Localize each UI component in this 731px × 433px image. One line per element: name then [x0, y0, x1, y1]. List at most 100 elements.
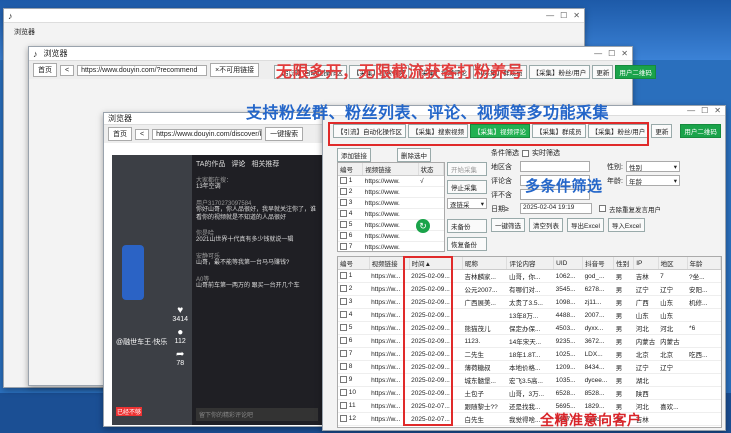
toolbar-button[interactable]: 更新: [592, 65, 614, 79]
column-header[interactable]: 昵称: [462, 257, 508, 270]
minimize-icon[interactable]: —: [594, 49, 602, 58]
dedup-checkbox[interactable]: [599, 205, 606, 212]
table-row[interactable]: 13https://w...2025-02-07...用户50897...山哥，…: [338, 425, 721, 427]
maximize-icon[interactable]: ☐: [608, 49, 615, 58]
column-header[interactable]: 编号: [338, 257, 370, 270]
age-select[interactable]: 年龄 ▾: [625, 175, 680, 186]
row-checkbox[interactable]: [340, 199, 347, 207]
stop-collect-button[interactable]: 停止采集: [447, 180, 487, 194]
video-tab-0[interactable]: TA的作品: [196, 159, 225, 169]
import-excel-button[interactable]: 导入Excel: [607, 218, 645, 232]
comment-icon[interactable]: ●: [172, 327, 188, 338]
close-icon[interactable]: ✕: [621, 49, 628, 58]
qr-code-button[interactable]: 用户二维码: [615, 65, 656, 79]
row-checkbox[interactable]: [340, 188, 347, 196]
row-checkbox[interactable]: [340, 210, 347, 218]
table-row[interactable]: 2 https://www.: [338, 186, 444, 198]
mode-select[interactable]: 逐链采 ▾: [447, 198, 487, 209]
home-button[interactable]: 首页: [33, 63, 57, 77]
table-row[interactable]: 10 https://w... 2025-02-09... 土包子 山哥，3万... 65…: [338, 386, 721, 400]
column-header[interactable]: UID: [553, 257, 584, 270]
row-checkbox[interactable]: [340, 177, 347, 185]
heart-icon[interactable]: ♥: [172, 305, 188, 316]
table-row[interactable]: 8 https://w... 2025-02-09... 薄荷糖叔 本地价格... 120…: [338, 360, 721, 374]
table-row[interactable]: 11 https://w... 2025-02-07... 跟随黎士?? 还是找我...…: [338, 399, 721, 413]
one-click-filter-button[interactable]: 一键筛选: [491, 218, 525, 232]
table-row[interactable]: 6 https://www.: [338, 230, 444, 242]
table-row[interactable]: 3 https://www.: [338, 197, 444, 209]
table-row[interactable]: 1 https://www. √: [338, 175, 444, 187]
column-header[interactable]: 抖音号: [582, 257, 615, 270]
row-checkbox[interactable]: [340, 389, 347, 397]
table-row[interactable]: 3 https://w... 2025-02-09... 广西展美... 太贵了3.5.…: [338, 295, 721, 309]
column-header[interactable]: 评论内容: [506, 257, 555, 270]
row-checkbox[interactable]: [340, 376, 347, 384]
tab-5[interactable]: 更新: [651, 124, 673, 138]
realtime-checkbox[interactable]: [522, 149, 529, 157]
gender-select[interactable]: 性别 ▾: [625, 161, 680, 172]
table-row[interactable]: 4 https://w... 2025-02-09... 13年8万... 4488..…: [338, 308, 721, 322]
delete-selected-button[interactable]: 删除选中: [397, 148, 431, 162]
back-button[interactable]: <: [60, 64, 75, 76]
video-player[interactable]: @融世车王·快乐 ♥ 3414 ● 112 ➦ 78 已经不够: [112, 155, 192, 425]
share-icon[interactable]: ➦: [172, 349, 188, 360]
column-header[interactable]: 地区: [658, 257, 688, 270]
table-row[interactable]: 7 https://www.: [338, 241, 444, 253]
row-checkbox[interactable]: [340, 363, 347, 371]
maximize-icon[interactable]: ☐: [560, 11, 567, 20]
row-checkbox[interactable]: [340, 311, 347, 319]
row-checkbox[interactable]: [340, 285, 347, 293]
date-input[interactable]: 2025-02-04 19:19: [520, 203, 592, 214]
column-header[interactable]: 年龄: [687, 257, 721, 270]
url-field[interactable]: https://www.douyin.com/?recommend: [77, 64, 208, 76]
toolbar-button[interactable]: 【采集】粉丝/用户: [528, 65, 591, 79]
column-header[interactable]: 性别: [613, 257, 635, 270]
table-row[interactable]: 4 https://www.: [338, 208, 444, 220]
clear-list-button[interactable]: 清空列表: [529, 218, 563, 232]
minimize-icon[interactable]: —: [687, 106, 695, 115]
comment-user[interactable]: 安静可乐: [196, 251, 318, 260]
start-collect-button[interactable]: 开始采集: [447, 162, 487, 176]
home-button[interactable]: 首页: [108, 127, 132, 141]
restore-backup-button[interactable]: 恢复备份: [447, 237, 487, 251]
table-row[interactable]: 5 https://w... 2025-02-09... 熊猫茂儿 保定办保... 450…: [338, 321, 721, 335]
table-row[interactable]: 2 https://w... 2025-02-09... 公元2007... 有哪们对.…: [338, 282, 721, 296]
url-field[interactable]: https://www.douyin.com/discover/kre: [152, 128, 263, 140]
invalid-link-button[interactable]: ×不可用链接: [210, 63, 260, 77]
close-icon[interactable]: ✕: [573, 11, 580, 20]
add-link-button[interactable]: 添加链接: [337, 148, 371, 162]
row-checkbox[interactable]: [340, 415, 347, 423]
close-icon[interactable]: ✕: [714, 106, 721, 115]
row-checkbox[interactable]: [340, 350, 347, 358]
table-row[interactable]: 7 https://w... 2025-02-09... 二先生 18年1.8T... 1…: [338, 347, 721, 361]
comment-user[interactable]: 大家都在搜：: [196, 175, 318, 184]
row-checkbox[interactable]: [340, 221, 347, 229]
qr-code-button[interactable]: 用户二维码: [680, 124, 721, 138]
video-tab-1[interactable]: 评论: [231, 159, 245, 169]
table-row[interactable]: 6 https://w... 2025-02-09... 1123. 14年宋天... 9…: [338, 334, 721, 348]
cell-nick: 跟随黎士??: [462, 399, 507, 413]
backup-button[interactable]: 未备份: [447, 219, 487, 233]
row-checkbox[interactable]: [340, 324, 347, 332]
minimize-icon[interactable]: —: [546, 11, 554, 20]
row-checkbox[interactable]: [340, 337, 347, 345]
row-checkbox[interactable]: [340, 402, 347, 410]
comment-user[interactable]: 用户3170273097584: [196, 198, 318, 207]
row-checkbox[interactable]: [340, 272, 347, 280]
back-button[interactable]: <: [135, 128, 150, 140]
search-button[interactable]: 一键搜索: [265, 127, 304, 141]
video-tab-2[interactable]: 相关推荐: [251, 159, 279, 169]
table-row[interactable]: 12 https://w... 2025-02-07... 白先生 我觉得啥... 966…: [338, 412, 721, 426]
row-checkbox[interactable]: [340, 232, 347, 240]
column-header[interactable]: IP: [633, 257, 659, 270]
region-input[interactable]: [520, 161, 590, 172]
comment-input[interactable]: 留下你的精彩评论吧: [196, 408, 318, 421]
table-row[interactable]: 1 https://w... 2025-02-09... 吉林麟家... 山哥，你...…: [338, 269, 721, 283]
refresh-icon[interactable]: ↻: [416, 219, 430, 233]
maximize-icon[interactable]: ☐: [701, 106, 708, 115]
comment-user[interactable]: A0等: [196, 274, 318, 283]
row-checkbox[interactable]: [340, 243, 347, 251]
export-excel-button[interactable]: 导出Excel: [567, 218, 604, 232]
row-checkbox[interactable]: [340, 298, 347, 306]
table-row[interactable]: 9 https://w... 2025-02-09... 城东髓堡... 宏飞3.5高.…: [338, 373, 721, 387]
